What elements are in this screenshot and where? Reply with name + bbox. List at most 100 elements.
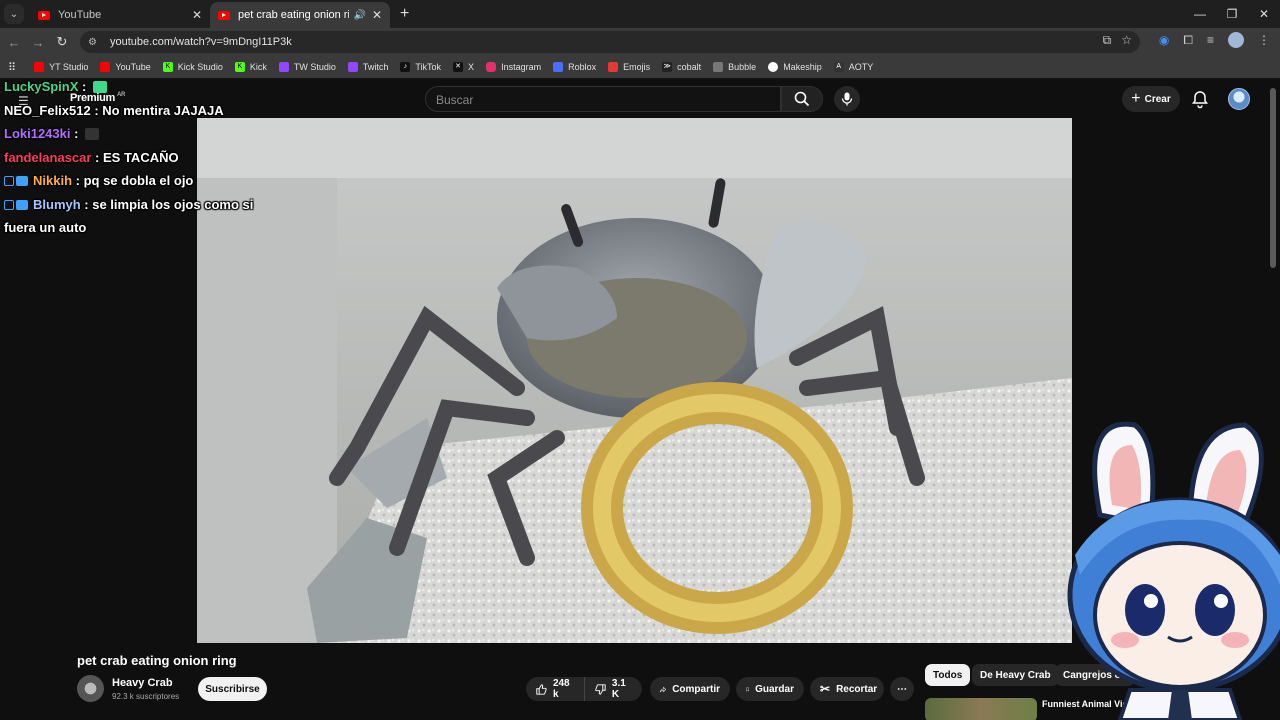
video-player[interactable] [197, 118, 1072, 643]
like-button[interactable]: 248 k [526, 677, 584, 701]
close-tab-icon[interactable]: ✕ [372, 8, 382, 22]
chat-username: LuckySpinX [4, 79, 79, 94]
profile-avatar[interactable] [1228, 32, 1244, 48]
back-icon[interactable]: ← [2, 35, 26, 50]
more-horizontal-icon: ⋯ [897, 683, 907, 695]
bookmark-twitch[interactable]: Twitch [347, 62, 388, 72]
restore-icon[interactable]: ❐ [1216, 7, 1248, 21]
video-title: pet crab eating onion ring [77, 653, 237, 668]
stream-chat-overlay: LuckySpinX : NEO_Felix512 : No mentira J… [4, 75, 253, 240]
vtuber-bunny-avatar [1067, 421, 1280, 720]
chat-badge-icon [4, 199, 14, 210]
share-button[interactable]: Compartir [650, 677, 730, 701]
page-scrollbar[interactable] [1270, 88, 1276, 268]
address-bar[interactable]: ⚙ youtube.com/watch?v=9mDngI11P3k [80, 31, 1140, 53]
chat-message: fandelanascar : ES TACAÑO [4, 149, 179, 165]
bookmark-tw-studio[interactable]: TW Studio [278, 62, 336, 72]
bookmark-aoty[interactable]: A AOTY [833, 62, 873, 72]
bookmark-makeship[interactable]: Makeship [768, 62, 822, 72]
tab-pet-crab[interactable]: pet crab eating onion ring 🔊 ✕ [210, 2, 390, 28]
browser-toolbar: ← → ↻ ⚙ youtube.com/watch?v=9mDngI11P3k … [0, 28, 1280, 56]
menu-kebab-icon[interactable]: ⋮ [1258, 33, 1270, 47]
bookmark-favicon-icon [486, 62, 497, 72]
youtube-favicon-icon [218, 10, 230, 20]
create-button[interactable]: + Crear [1122, 86, 1180, 112]
plus-icon: + [1131, 90, 1141, 107]
channel-avatar[interactable] [77, 675, 104, 702]
search-button[interactable] [781, 86, 823, 112]
tab-youtube[interactable]: YouTube ✕ [30, 2, 210, 28]
chat-message: NEO_Felix512 : No mentira JAJAJA [4, 102, 224, 118]
chat-text: se limpia los ojos como si [92, 196, 254, 212]
dislike-count: 3.1 K [611, 678, 626, 700]
share-arrow-icon [660, 686, 667, 692]
channel-name[interactable]: Heavy Crab [112, 677, 173, 689]
tab-search-button[interactable]: ⌄ [4, 4, 24, 24]
recommended-video-thumbnail[interactable] [925, 698, 1037, 720]
window-controls: — ❐ ✕ [1184, 0, 1280, 28]
chat-badge-icon [16, 176, 28, 186]
chat-badge-icon [16, 199, 28, 210]
close-tab-icon[interactable]: ✕ [192, 8, 202, 22]
chat-message: Blumyh : se limpia los ojos como si [4, 193, 253, 217]
subscribe-button[interactable]: Suscribirse [198, 677, 267, 701]
youtube-favicon-icon [38, 10, 50, 20]
search-input[interactable]: Buscar [425, 86, 781, 112]
bookmark-roblox[interactable]: Roblox [553, 62, 596, 72]
more-actions-button[interactable]: ⋯ [890, 677, 914, 701]
bookmark-bubble[interactable]: Bubble [713, 62, 756, 72]
clip-button[interactable]: ✂ Recortar [810, 677, 884, 701]
extension-area: ◉ ⧠ ≡ ⋮ [1159, 32, 1270, 48]
bookmark-star-icon[interactable]: ☆ [1121, 33, 1132, 48]
dislike-button[interactable]: 3.1 K [584, 677, 642, 701]
chat-message-continuation: fuera un auto [4, 220, 87, 235]
reload-icon[interactable]: ↻ [50, 34, 74, 50]
bookmark-favicon-icon: K [234, 62, 245, 72]
bookmark-favicon-icon [608, 62, 619, 72]
bookmark-instagram[interactable]: Instagram [486, 62, 541, 72]
bookmark-x[interactable]: ✕ X [453, 62, 474, 72]
save-button[interactable]: Guardar [736, 677, 804, 701]
bookmark-favicon-icon: ≫ [662, 62, 673, 72]
bookmark-emojis[interactable]: Emojis [608, 62, 650, 72]
bookmark-tiktok[interactable]: ♪ TikTok [400, 62, 441, 72]
bookmark-favicon-icon: ✕ [453, 62, 464, 72]
notifications-bell-icon[interactable] [1190, 89, 1210, 109]
chat-emote-icon [85, 128, 100, 140]
minimize-icon[interactable]: — [1184, 7, 1216, 21]
site-info-icon[interactable]: ⚙ [88, 37, 100, 48]
bookmark-cobalt[interactable]: ≫ cobalt [662, 62, 701, 72]
chat-text: ES TACAÑO [103, 149, 179, 165]
search-icon [794, 91, 810, 107]
chat-message: Nikkih : pq se dobla el ojo [4, 169, 253, 193]
bookmark-favicon-icon [34, 62, 45, 72]
forward-icon[interactable]: → [26, 35, 50, 50]
tab-title: pet crab eating onion ring [238, 9, 350, 21]
bookmark-favicon-icon [768, 62, 779, 72]
extension-icon[interactable]: ◉ [1159, 33, 1169, 47]
bookmark-youtube[interactable]: YouTube [100, 62, 151, 72]
install-app-icon[interactable]: ⧉ [1103, 33, 1112, 48]
bookmark-favicon-icon [100, 62, 111, 72]
close-window-icon[interactable]: ✕ [1248, 7, 1280, 21]
bookmark-kick[interactable]: K Kick [234, 62, 267, 72]
chat-username: Loki1243ki [4, 126, 71, 141]
bookmark-yt-studio[interactable]: YT Studio [34, 62, 88, 72]
chat-username: Nikkih [33, 173, 73, 188]
apps-grid-icon[interactable]: ⠿ [8, 61, 16, 74]
chat-message: Loki1243ki : [4, 122, 253, 146]
chip-todos[interactable]: Todos [925, 664, 971, 686]
chat-username: fandelanascar [4, 149, 92, 165]
voice-search-button[interactable] [834, 86, 860, 112]
chat-username: NEO_Felix512 [4, 102, 91, 118]
account-avatar[interactable] [1228, 88, 1250, 110]
chat-message: LuckySpinX : [4, 75, 253, 99]
bookmark-kick-studio[interactable]: K Kick Studio [162, 62, 223, 72]
tab-title: YouTube [58, 9, 102, 21]
audio-playing-icon[interactable]: 🔊 [353, 10, 365, 21]
reading-list-icon[interactable]: ≡ [1207, 33, 1214, 47]
extensions-puzzle-icon[interactable]: ⧠ [1183, 33, 1193, 48]
like-count: 248 k [552, 678, 570, 700]
video-frame-crab-eating-onion-ring [197, 118, 1072, 643]
new-tab-button[interactable]: + [400, 5, 409, 23]
